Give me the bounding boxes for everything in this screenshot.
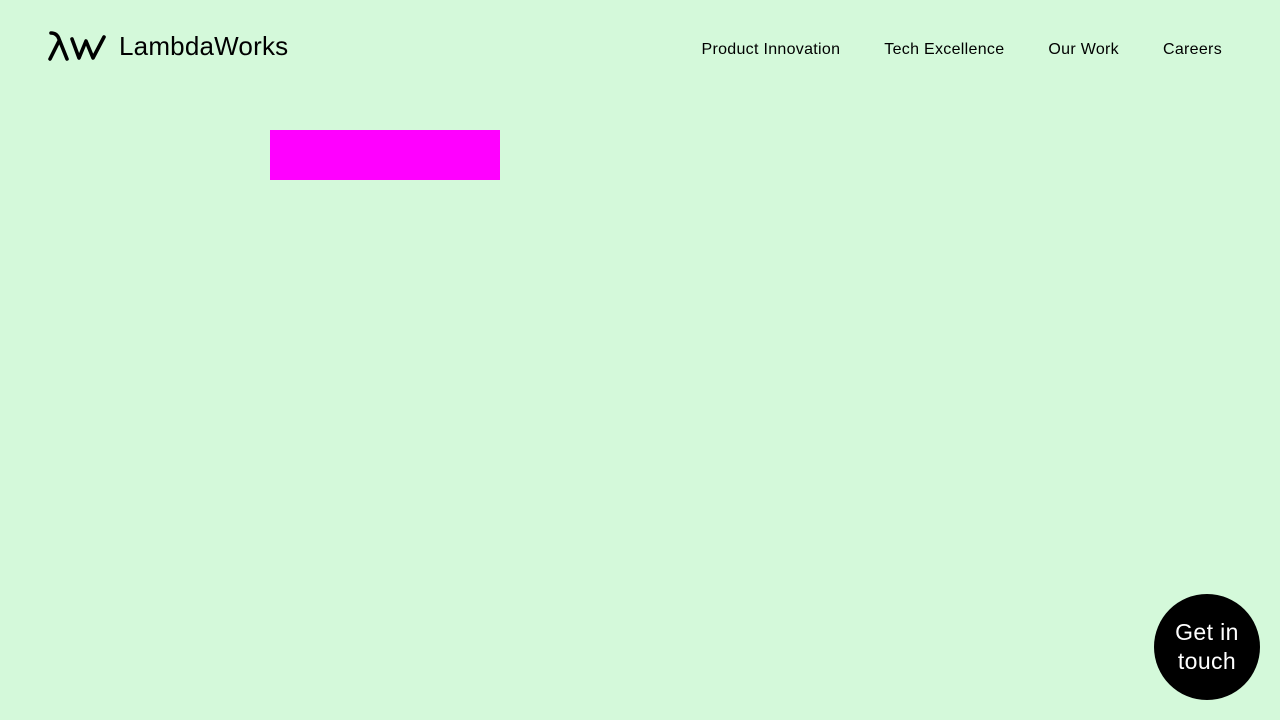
get-in-touch-label: Get in touch [1175, 619, 1239, 674]
get-in-touch-button[interactable]: Get in touch [1154, 594, 1260, 700]
main-nav: Product Innovation Tech Excellence Our W… [701, 38, 1222, 62]
lambda-w-logo-icon [48, 31, 106, 61]
nav-careers[interactable]: Careers [1163, 38, 1222, 62]
logo-link[interactable]: LambdaWorks [48, 30, 288, 62]
site-header: LambdaWorks Product Innovation Tech Exce… [0, 0, 1280, 100]
nav-our-work[interactable]: Our Work [1048, 38, 1119, 62]
magenta-placeholder-block [270, 130, 500, 180]
nav-tech-excellence[interactable]: Tech Excellence [884, 38, 1004, 62]
nav-product-innovation[interactable]: Product Innovation [701, 38, 840, 62]
brand-name: LambdaWorks [119, 31, 289, 61]
